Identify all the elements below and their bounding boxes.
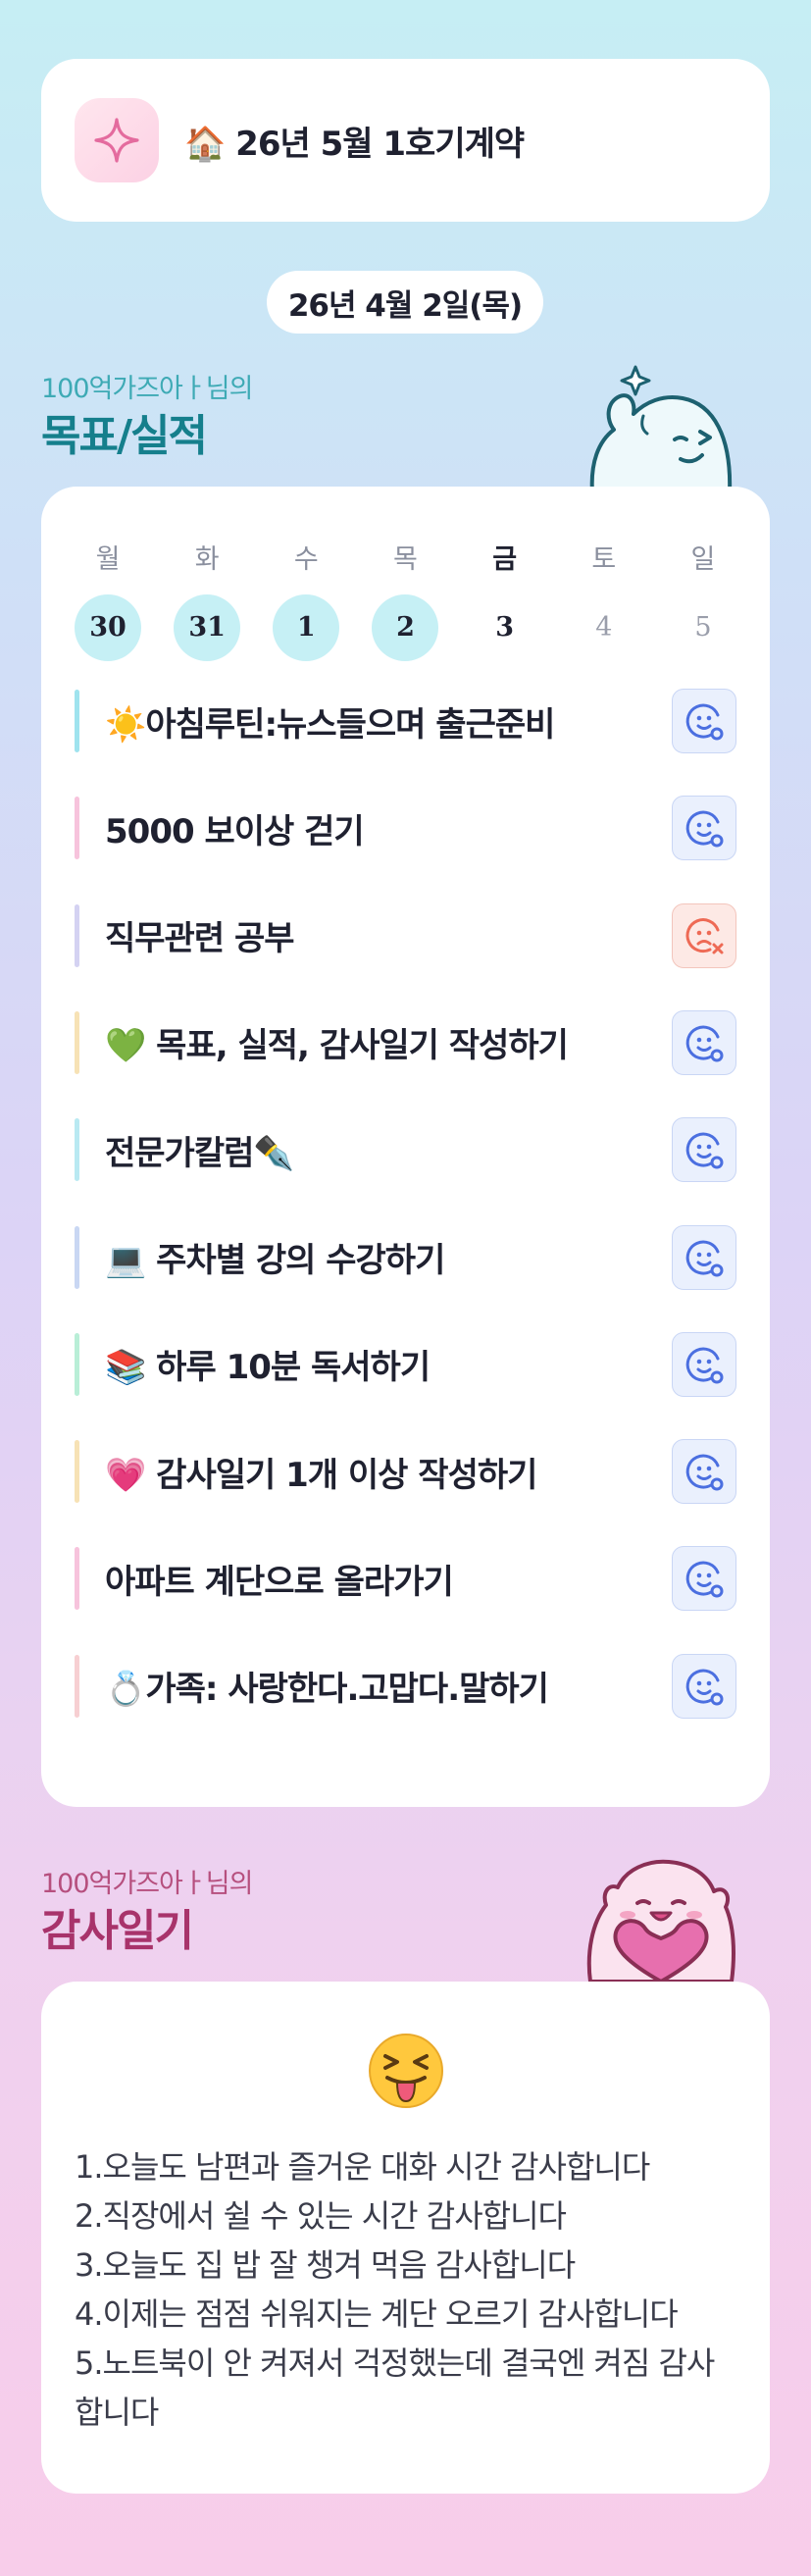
achieved-smile-icon[interactable] bbox=[672, 1117, 736, 1183]
weekday-row: 월 화 수 목 금 토 일 bbox=[75, 538, 736, 576]
tongue-out-emoji-icon bbox=[369, 2034, 443, 2108]
task-item[interactable]: 5000 보이상 걷기 bbox=[75, 796, 736, 861]
weekday-label-today: 금 bbox=[492, 544, 518, 575]
calendar-date[interactable]: 5 bbox=[670, 594, 736, 661]
task-color-bar bbox=[75, 1010, 79, 1074]
task-item[interactable]: 전문가칼럼✒️ bbox=[75, 1117, 736, 1183]
task-item[interactable]: 📚 하루 10분 독서하기 bbox=[75, 1331, 736, 1397]
achieved-smile-icon[interactable] bbox=[672, 689, 736, 753]
missed-frown-icon[interactable] bbox=[672, 902, 736, 968]
task-color-bar bbox=[75, 1654, 79, 1718]
date-row: 30 31 1 2 3 4 5 bbox=[75, 594, 736, 661]
weekday-label: 토 bbox=[591, 544, 617, 575]
task-item[interactable]: ☀️아침루틴:뉴스들으며 출근준비 bbox=[75, 689, 736, 753]
task-label: 💗 감사일기 1개 이상 작성하기 bbox=[105, 1455, 537, 1495]
task-label: 전문가칼럼✒️ bbox=[105, 1133, 295, 1173]
calendar-date[interactable]: 31 bbox=[174, 594, 241, 661]
calendar-date[interactable]: 2 bbox=[372, 594, 439, 661]
calendar-date[interactable]: 30 bbox=[75, 594, 141, 661]
task-item[interactable]: 💚 목표, 실적, 감사일기 작성하기 bbox=[75, 1009, 736, 1075]
weekday-label: 일 bbox=[690, 544, 716, 575]
goals-card: 월 화 수 목 금 토 일 30 31 1 2 3 4 5 ☀️아침루틴:뉴스들… bbox=[41, 487, 770, 1807]
goals-section-title: 목표/실적 bbox=[41, 411, 208, 461]
diary-line: 4.이제는 점점 쉬워지는 계단 오르기 감사합니다 bbox=[75, 2295, 679, 2333]
sparkle-icon bbox=[75, 98, 159, 182]
task-label: 직무관련 공부 bbox=[105, 919, 295, 959]
task-label: 💚 목표, 실적, 감사일기 작성하기 bbox=[105, 1026, 569, 1066]
diary-section-title: 감사일기 bbox=[41, 1906, 194, 1956]
diary-line: 2.직장에서 쉴 수 있는 시간 감사합니다 bbox=[75, 2197, 567, 2235]
diary-text: 1.오늘도 남편과 즐거운 대화 시간 감사합니다 2.직장에서 쉴 수 있는 … bbox=[75, 2142, 736, 2437]
task-color-bar bbox=[75, 1440, 79, 1504]
task-color-bar bbox=[75, 797, 79, 860]
diary-line: 1.오늘도 남편과 즐거운 대화 시간 감사합니다 bbox=[75, 2148, 650, 2186]
task-color-bar bbox=[75, 1225, 79, 1289]
achieved-smile-icon[interactable] bbox=[672, 1439, 736, 1505]
task-color-bar bbox=[75, 903, 79, 967]
goal-text: 🏠 26년 5월 1호기계약 bbox=[184, 124, 525, 164]
heart-mascot-illustration bbox=[586, 1859, 735, 1984]
weekday-label: 목 bbox=[393, 544, 418, 575]
task-label: 아파트 계단으로 올라가기 bbox=[105, 1562, 454, 1602]
task-label: ☀️아침루틴:뉴스들으며 출근준비 bbox=[105, 704, 555, 745]
calendar-date[interactable]: 1 bbox=[273, 594, 340, 661]
weekday-label: 월 bbox=[95, 544, 121, 575]
date-label: 26년 4월 2일(목) bbox=[267, 271, 543, 334]
achieved-smile-icon[interactable] bbox=[672, 1546, 736, 1612]
calendar-date-today[interactable]: 3 bbox=[472, 594, 538, 661]
calendar-date[interactable]: 4 bbox=[571, 594, 637, 661]
task-color-bar bbox=[75, 1547, 79, 1611]
task-item[interactable]: 💻 주차별 강의 수강하기 bbox=[75, 1224, 736, 1290]
achieved-smile-icon[interactable] bbox=[672, 1653, 736, 1719]
achieved-smile-icon[interactable] bbox=[672, 1009, 736, 1075]
weekday-label: 화 bbox=[194, 544, 220, 575]
diary-line: 5.노트북이 안 켜져서 걱정했는데 결국엔 켜짐 감사 bbox=[75, 2344, 715, 2382]
achieved-smile-icon[interactable] bbox=[672, 796, 736, 861]
ghost-mascot-illustration bbox=[589, 365, 733, 494]
task-color-bar bbox=[75, 690, 79, 752]
task-item[interactable]: 💗 감사일기 1개 이상 작성하기 bbox=[75, 1439, 736, 1505]
task-item[interactable]: 아파트 계단으로 올라가기 bbox=[75, 1546, 736, 1612]
goal-card[interactable]: 🏠 26년 5월 1호기계약 bbox=[41, 59, 770, 222]
task-label: 💻 주차별 강의 수강하기 bbox=[105, 1241, 445, 1280]
task-item[interactable]: 💍가족: 사랑한다.고맙다.말하기 bbox=[75, 1653, 736, 1719]
weekday-label: 수 bbox=[293, 544, 319, 575]
task-color-bar bbox=[75, 1332, 79, 1396]
task-color-bar bbox=[75, 1118, 79, 1182]
task-label: 📚 하루 10분 독서하기 bbox=[105, 1348, 431, 1388]
diary-line: 3.오늘도 집 밥 잘 챙겨 먹음 감사합니다 bbox=[75, 2246, 576, 2284]
task-item[interactable]: 직무관련 공부 bbox=[75, 902, 736, 968]
task-label: 5000 보이상 걷기 bbox=[105, 811, 365, 851]
task-label: 💍가족: 사랑한다.고맙다.말하기 bbox=[105, 1670, 549, 1710]
gratitude-diary-card: 1.오늘도 남편과 즐거운 대화 시간 감사합니다 2.직장에서 쉴 수 있는 … bbox=[41, 1982, 770, 2494]
diary-line: 합니다 bbox=[75, 2394, 159, 2431]
achieved-smile-icon[interactable] bbox=[672, 1224, 736, 1290]
achieved-smile-icon[interactable] bbox=[672, 1331, 736, 1397]
